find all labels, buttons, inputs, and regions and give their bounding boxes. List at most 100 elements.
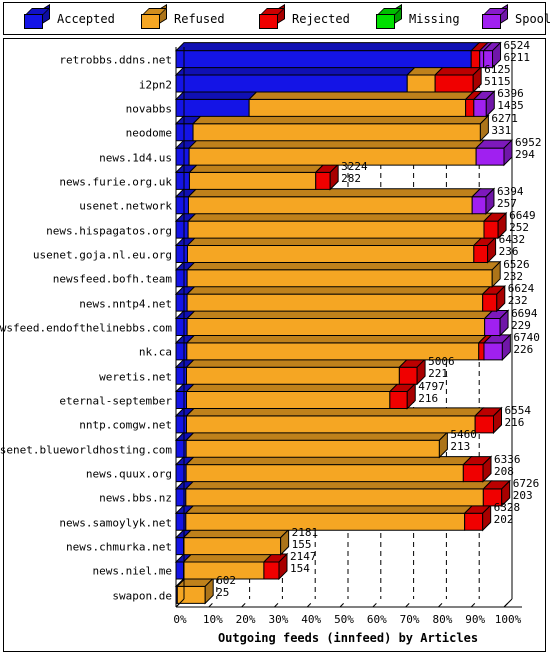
bar-top-face — [185, 285, 492, 295]
bar-segment-rejected — [473, 244, 489, 263]
legend-label: Spooled — [515, 12, 550, 26]
bar-value-secondary: 331 — [491, 123, 512, 137]
bar-value-secondary: 232 — [507, 294, 528, 308]
x-tick-10 — [208, 603, 213, 608]
x-axis-tick-label: 60% — [366, 613, 387, 626]
bar-value-secondary: 252 — [509, 221, 529, 235]
bar-segment-rejected — [263, 561, 280, 580]
y-axis-label: news.hispagatos.org — [46, 224, 172, 238]
bar-segment-refused — [192, 123, 481, 142]
bar-top-face — [174, 90, 259, 100]
bar-segment-rejected — [465, 98, 475, 117]
legend-item-spooled: Spooled — [482, 4, 550, 31]
bar-segment-accepted — [175, 293, 188, 312]
bar-value-total: 6624 — [507, 282, 535, 296]
bar-segment-accepted — [175, 561, 185, 580]
bar-segment-rejected — [470, 50, 481, 69]
bar-value-secondary: 25 — [216, 586, 230, 600]
bar-top-face — [247, 90, 475, 100]
bar-value-total: 6740 — [513, 330, 540, 344]
legend-item-rejected: Rejected — [259, 4, 350, 31]
bar-segment-refused — [187, 220, 485, 239]
bar-segment-refused — [185, 415, 476, 434]
x-axis-tick-label: 40% — [301, 613, 322, 626]
bar-value-total: 6328 — [493, 501, 521, 515]
bar-value-secondary: 1435 — [497, 99, 524, 113]
bar-segment-rejected — [389, 391, 408, 410]
bar-top-face — [186, 212, 494, 222]
cube-icon — [259, 4, 285, 29]
bar-top-face — [185, 261, 502, 271]
bar-segment-rejected — [483, 220, 499, 239]
bar-segment-refused — [186, 269, 493, 288]
bar-segment-refused — [185, 488, 484, 507]
bar-value-secondary: 213 — [450, 440, 471, 454]
bar-segment-accepted — [175, 464, 187, 483]
legend-item-missing: Missing — [376, 4, 460, 31]
y-axis-label: usenet.blueworldhosting.com — [0, 443, 172, 457]
chart-frame: retrobbs.ddns.net i2pn2 novabbs neodome news… — [0, 38, 546, 652]
bar-value-total: 6396 — [497, 87, 524, 101]
bar-value-total: 602 — [216, 574, 237, 588]
bar-segment-refused — [183, 537, 282, 556]
bar-segment-accepted — [175, 439, 187, 458]
bar-value-total: 2147 — [289, 549, 317, 563]
bar-segment-refused — [186, 318, 486, 336]
y-axis-label: news.nntp4.net — [79, 297, 172, 311]
y-axis-label: retrobbs.ddns.net — [59, 53, 172, 67]
chart-legend: Accepted Refused Rejected Missing Spooled — [3, 2, 550, 35]
y-axis-label: swapon.de — [112, 589, 172, 603]
bar-top-face — [174, 42, 481, 52]
legend-label: Accepted — [57, 12, 115, 26]
x-tick-60 — [372, 603, 377, 608]
bar-value-secondary: 221 — [428, 367, 448, 381]
y-axis-label: news.samoylyk.net — [59, 516, 172, 530]
bar-value-secondary: 202 — [493, 513, 514, 527]
bar-value-total: 5460 — [450, 428, 477, 442]
x-tick-70 — [405, 603, 410, 608]
bar-value-secondary: 236 — [498, 245, 519, 259]
bar-value-total: 6952 — [515, 136, 542, 150]
x-axis-tick-label: 90% — [465, 613, 486, 626]
bar-value-secondary: 203 — [512, 488, 533, 502]
bar-segment-accepted — [175, 244, 188, 263]
y-axis-label: news.1d4.us — [99, 151, 172, 165]
bar-value-total: 6649 — [509, 209, 536, 223]
chart-svg — [174, 41, 522, 608]
bar-segment-accepted — [175, 269, 188, 288]
bar-value-secondary: 6211 — [503, 50, 531, 64]
cube-icon — [376, 4, 402, 29]
legend-item-accepted: Accepted — [24, 4, 115, 31]
bar-value-total: 3224 — [341, 160, 368, 174]
bar-top-face — [185, 310, 494, 319]
y-axis-label: newsfeed.endofthelinebbs.com — [0, 321, 172, 335]
bar-segment-rejected — [315, 171, 331, 190]
bar-top-face — [184, 456, 473, 466]
x-axis-tick-label: 10% — [202, 613, 223, 626]
bar-segment-refused — [185, 464, 464, 483]
bar-segment-accepted — [175, 50, 472, 69]
bar-value-secondary: 5115 — [484, 75, 511, 89]
y-axis-label: eternal-september — [59, 394, 172, 408]
x-axis-tick-label: 80% — [432, 613, 453, 626]
bar-value-total: 5006 — [428, 355, 455, 369]
x-axis-tick-label: 30% — [268, 613, 289, 626]
bar-value-secondary: 216 — [418, 391, 439, 405]
bar-top-face — [184, 480, 493, 490]
y-axis-label: nntp.comgw.net — [79, 418, 172, 432]
x-axis-tick-label: 100% — [494, 613, 522, 626]
bar-segment-rejected — [464, 512, 484, 531]
y-axis-label: newsfeed.bofh.team — [52, 272, 172, 286]
bar-segment-spooled — [479, 50, 485, 69]
bar-segment-spooled — [484, 318, 501, 336]
legend-label: Refused — [174, 12, 225, 26]
x-tick-20 — [241, 603, 246, 608]
legend-label: Rejected — [292, 12, 350, 26]
bar-value-secondary: 229 — [511, 318, 531, 332]
bar-value-total: 6526 — [503, 257, 530, 271]
bar-segment-accepted — [175, 196, 189, 215]
bar-top-face — [187, 188, 482, 198]
bar-segment-refused — [185, 366, 400, 385]
bar-value-total: 6694 — [511, 306, 538, 320]
cube-icon — [24, 4, 50, 29]
